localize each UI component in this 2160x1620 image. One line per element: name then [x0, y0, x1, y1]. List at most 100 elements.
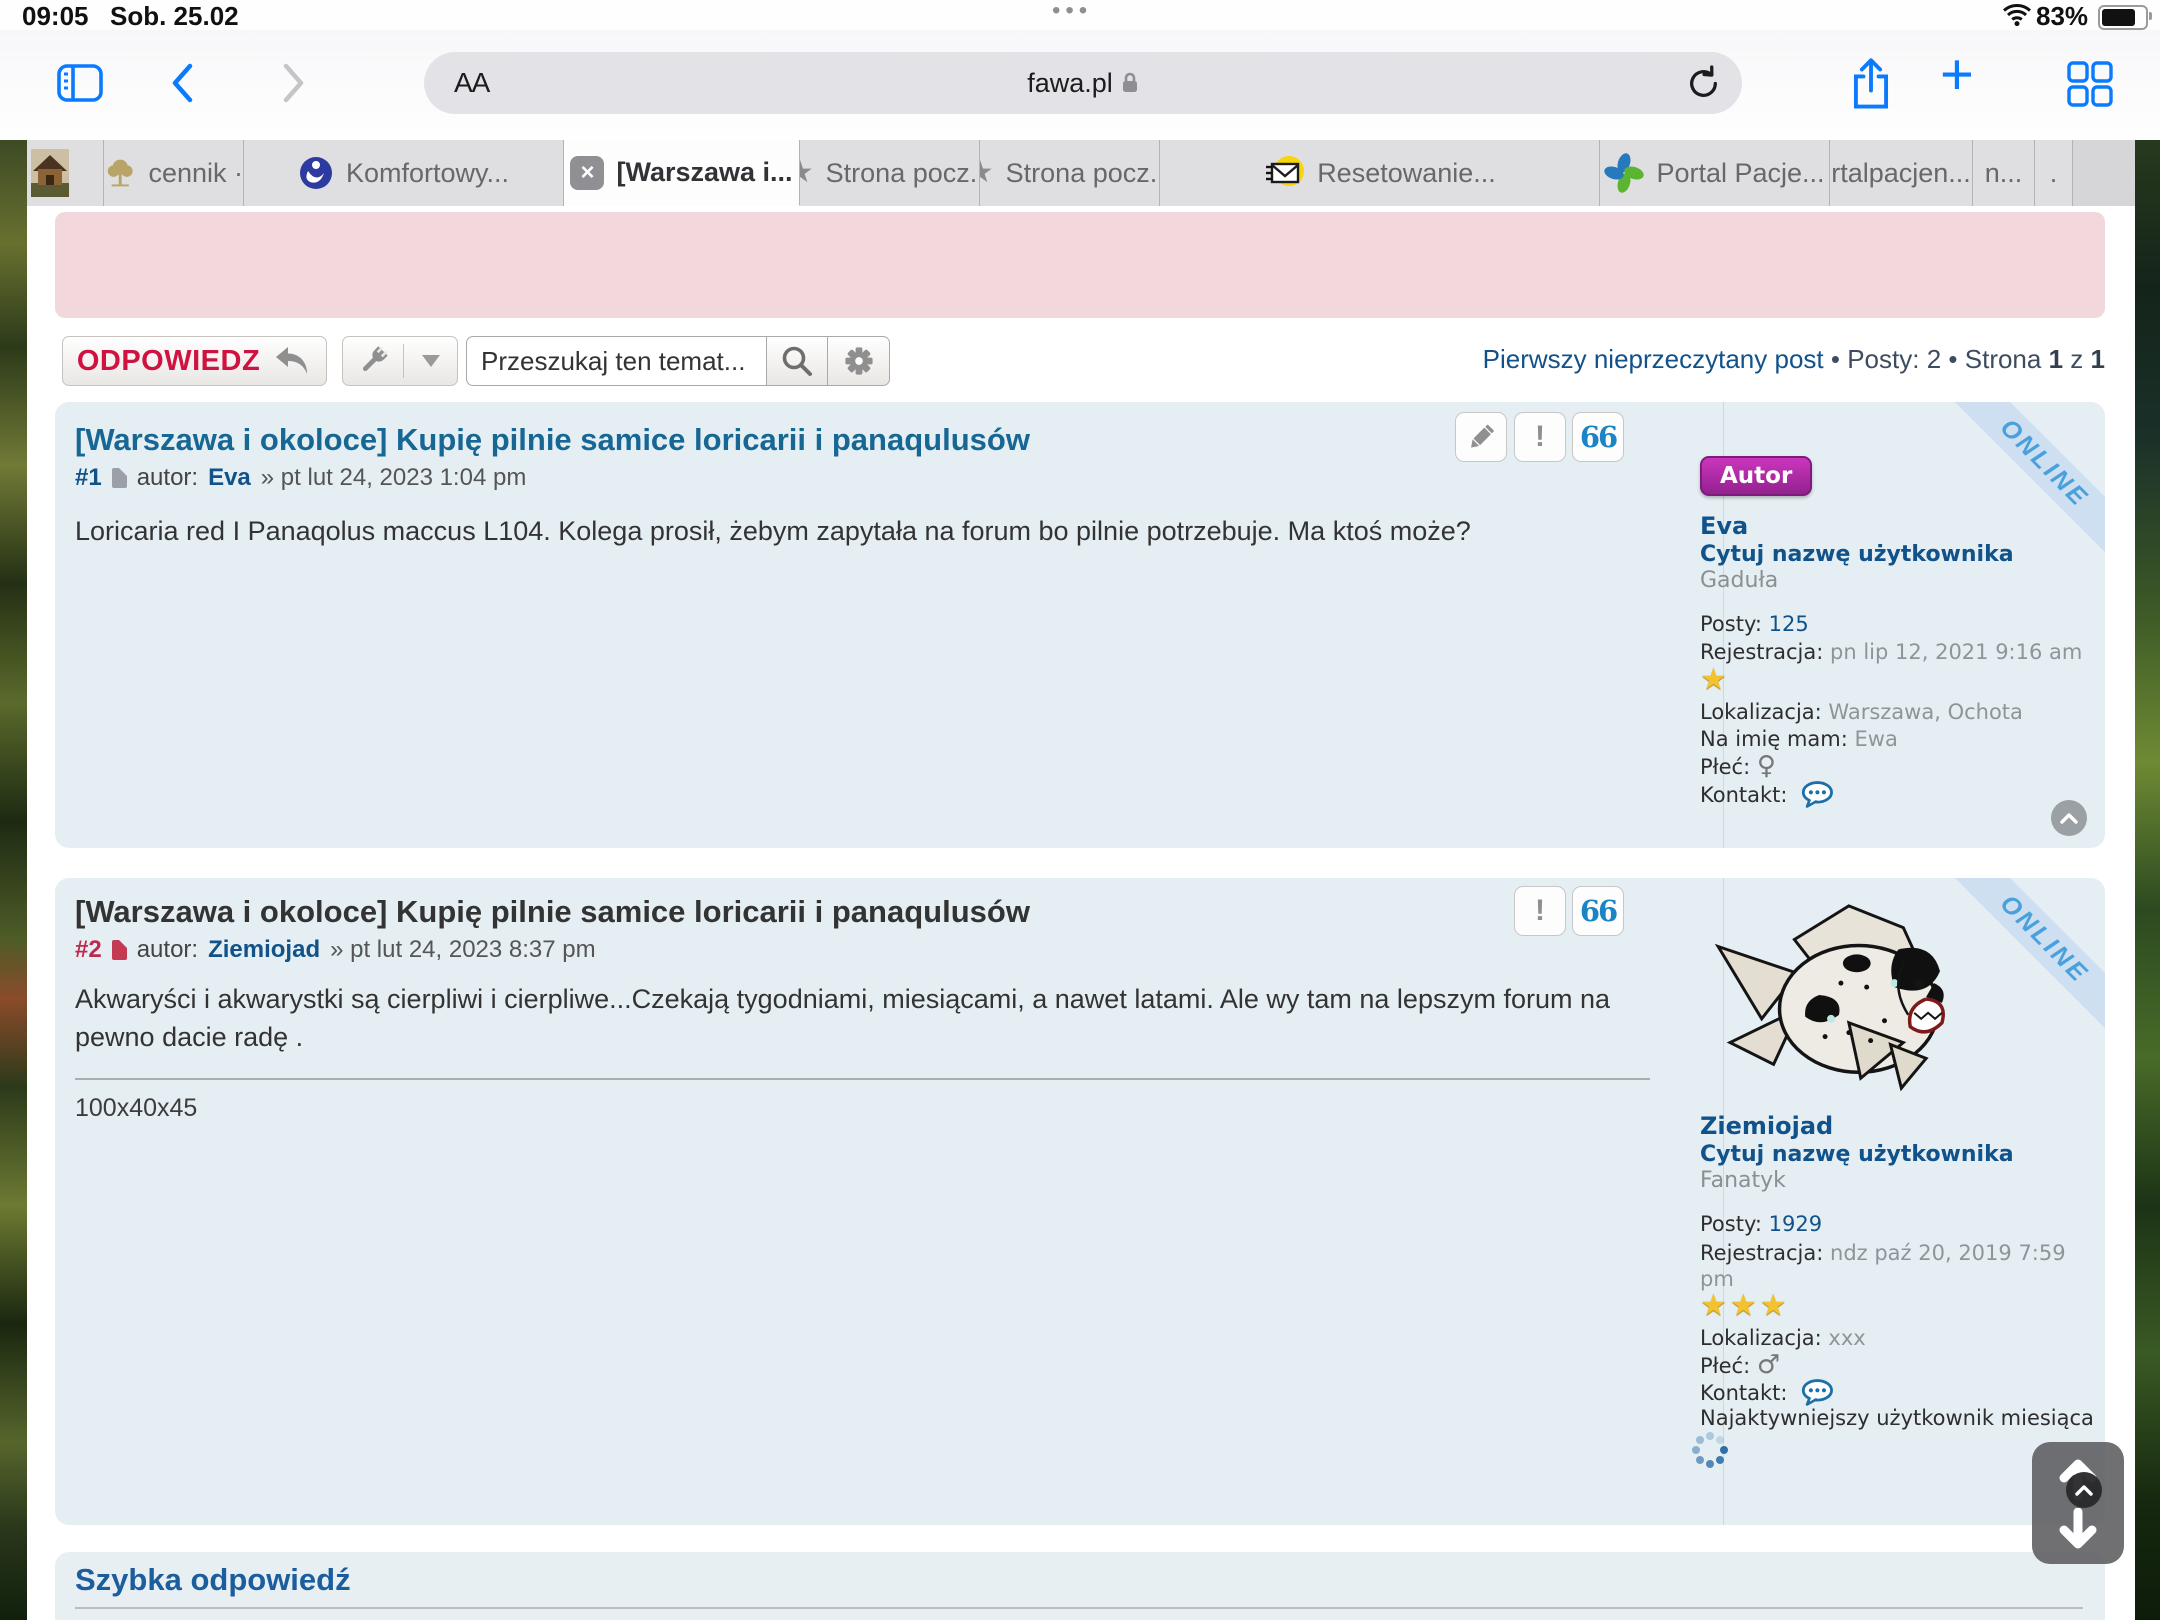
posts-count-row: Posty: 125	[1700, 612, 2102, 636]
gender-row: Płeć: ♀	[1700, 751, 2102, 781]
quick-reply-divider	[75, 1607, 2083, 1609]
quick-reply-title: Szybka odpowiedź	[75, 1562, 351, 1598]
tab-warszawa-active[interactable]: × [Warszawa i...	[564, 140, 800, 206]
post-body: Akwaryści i akwarystki są cierpliwi i ci…	[75, 980, 1655, 1056]
rank-stars: ★	[1700, 662, 1730, 697]
komfortowy-logo-icon	[298, 155, 334, 191]
tab-resetowanie[interactable]: Resetowanie...	[1160, 140, 1600, 206]
realname-row: Na imię mam: Ewa	[1700, 727, 2102, 751]
reply-button[interactable]: ODPOWIEDZ	[62, 336, 327, 386]
author-link[interactable]: Ziemiojad	[208, 936, 320, 964]
post-meta: #2 autor: Ziemiojad » pt lut 24, 2023 8:…	[75, 936, 596, 964]
contact-pm-icon[interactable]	[1800, 780, 1837, 814]
registered-row: Rejestracja: ndz paź 20, 2019 7:59 pm	[1700, 1240, 2102, 1292]
post-title-link[interactable]: [Warszawa i okoloce] Kupię pilnie samice…	[75, 422, 1030, 458]
tab-komfortowy[interactable]: Komfortowy...	[244, 140, 564, 206]
award-spinner-icon	[1708, 1448, 1716, 1456]
signature-text: 100x40x45	[75, 1094, 197, 1123]
search-input[interactable]	[466, 336, 766, 386]
tab-n[interactable]: n...	[1973, 140, 2035, 206]
location-row: Lokalizacja: Warszawa, Ochota	[1700, 700, 2102, 724]
avatar[interactable]	[1700, 892, 1968, 1104]
profile-username-link[interactable]: Ziemiojad	[1700, 1112, 1833, 1140]
sidebar-icon[interactable]	[56, 62, 104, 109]
reply-arrow-icon	[272, 344, 312, 378]
multitasking-dots-icon[interactable]: •••	[1052, 0, 1092, 25]
profile-username-link[interactable]: Eva	[1700, 512, 1748, 540]
fish-avatar-image	[1700, 892, 1968, 1100]
location-row: Lokalizacja: xxx	[1700, 1326, 2102, 1350]
chevron-down-icon[interactable]	[404, 355, 457, 367]
forward-button-icon[interactable]	[282, 63, 306, 108]
post-date: » pt lut 24, 2023 1:04 pm	[261, 464, 527, 492]
address-bar[interactable]: AA fawa.pl	[424, 52, 1742, 114]
quote-post-button[interactable]: 66	[1572, 886, 1624, 936]
text-size-button[interactable]: AA	[454, 67, 489, 99]
page-top-button[interactable]	[2066, 1472, 2102, 1508]
warning-banner: Uwaga!! Ogłoszenia z działu giełda nieak…	[55, 212, 2105, 318]
tab-strona-1[interactable]: ★ Strona pocz...	[800, 140, 980, 206]
chevron-up-icon	[2075, 1484, 2093, 1496]
post-date: » pt lut 24, 2023 8:37 pm	[330, 936, 596, 964]
edit-post-button[interactable]	[1455, 412, 1507, 462]
search-button[interactable]	[766, 336, 828, 386]
tab-cennik[interactable]: cennik ·	[104, 140, 244, 206]
signature-divider	[75, 1078, 1650, 1080]
report-post-button[interactable]: !	[1514, 412, 1566, 462]
new-tab-icon[interactable]: +	[1940, 46, 1974, 104]
scroll-down-icon[interactable]	[2048, 1508, 2108, 1552]
search-icon	[780, 344, 814, 378]
back-button-icon[interactable]	[170, 63, 194, 108]
scroll-widget[interactable]	[2032, 1442, 2124, 1564]
user-rank: Gaduła	[1700, 568, 1778, 593]
quote-post-button[interactable]: 66	[1572, 412, 1624, 462]
post-body: Loricaria red I Panaqolus maccus L104. K…	[75, 512, 1655, 550]
quote-username-link[interactable]: Cytuj nazwę użytkownika	[1700, 542, 2014, 567]
tab-portal-pacjenta[interactable]: Portal Pacje...	[1600, 140, 1830, 206]
post-number[interactable]: #1	[75, 464, 102, 492]
rank-stars: ★★★	[1700, 1288, 1790, 1323]
tree-favicon-icon	[104, 156, 136, 190]
quote-icon: 66	[1580, 420, 1616, 454]
advanced-search-button[interactable]	[828, 336, 890, 386]
wallpaper-left	[0, 140, 27, 1620]
topic-pagination: Pierwszy nieprzeczytany post • Posty: 2 …	[1483, 344, 2105, 375]
portal-favicon-icon	[1604, 153, 1644, 193]
first-unread-link[interactable]: Pierwszy nieprzeczytany post	[1483, 344, 1824, 374]
battery-icon	[2098, 5, 2148, 30]
author-link[interactable]: Eva	[208, 464, 251, 492]
award-row: Najaktywniejszy użytkownik miesiąca	[1700, 1406, 2102, 1430]
topic-tools-button[interactable]	[342, 336, 458, 386]
close-icon[interactable]: ×	[570, 156, 604, 190]
quote-icon: 66	[1580, 894, 1616, 928]
status-bar: 09:05 Sob. 25.02 ••• 83%	[0, 0, 2160, 30]
wifi-icon	[2002, 4, 2032, 32]
registered-row: Rejestracja: pn lip 12, 2021 9:16 am	[1700, 640, 2102, 664]
star-icon: ★	[980, 158, 994, 188]
cabin-favicon-icon	[31, 149, 69, 197]
tab-strona-2[interactable]: ★ Strona pocz...	[980, 140, 1160, 206]
tab-rtalpacjen[interactable]: rtalpacjen...	[1830, 140, 1973, 206]
share-icon[interactable]	[1848, 56, 1894, 117]
post-meta: #1 autor: Eva » pt lut 24, 2023 1:04 pm	[75, 464, 526, 492]
quote-username-link[interactable]: Cytuj nazwę użytkownika	[1700, 1142, 2014, 1167]
star-icon: ★	[800, 158, 814, 188]
contact-row: Kontakt:	[1700, 780, 2102, 814]
mail-favicon-icon	[1263, 153, 1305, 193]
quick-reply-panel	[55, 1552, 2105, 1620]
tab-sliver[interactable]: .	[2035, 140, 2073, 206]
post-number[interactable]: #2	[75, 936, 102, 964]
female-symbol: ♀	[1757, 751, 1776, 781]
posts-count-link[interactable]: 1929	[1769, 1212, 1822, 1236]
tab-bar: cennik · Komfortowy... × [Warszawa i... …	[8, 140, 2160, 207]
tab-overview-icon[interactable]	[2066, 60, 2114, 113]
post-title[interactable]: [Warszawa i okoloce] Kupię pilnie samice…	[75, 894, 1030, 930]
report-post-button[interactable]: !	[1514, 886, 1566, 936]
reload-icon[interactable]	[1685, 65, 1722, 107]
post-page-icon	[112, 468, 127, 488]
wallpaper-right	[2135, 140, 2160, 1620]
posts-count-link[interactable]: 125	[1769, 612, 1809, 636]
status-date: Sob. 25.02	[110, 1, 239, 32]
report-icon: !	[1535, 894, 1545, 928]
pencil-icon	[1464, 420, 1498, 454]
